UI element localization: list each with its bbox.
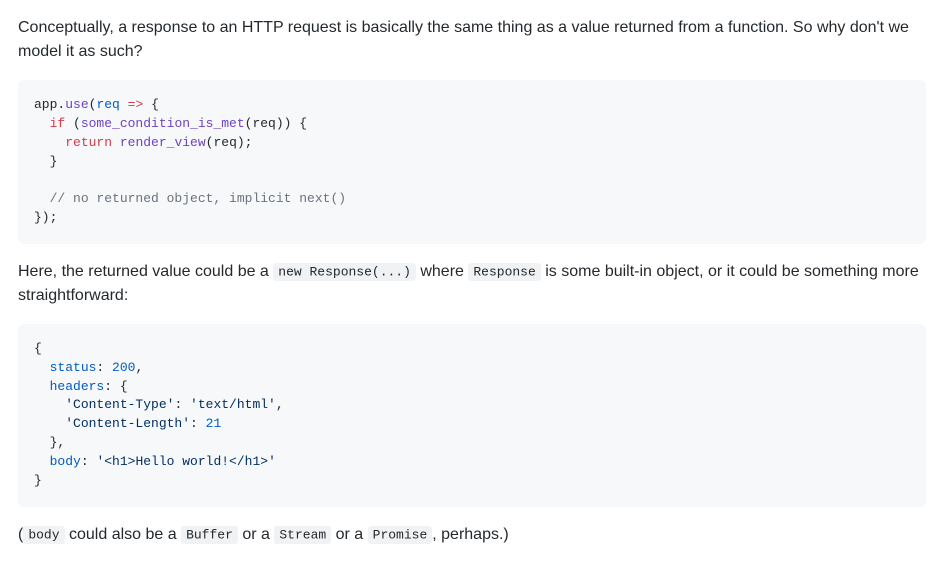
code-text: ,	[135, 360, 143, 375]
code-string: 'Content-Length'	[65, 416, 190, 431]
code-string: '<h1>Hello world!</h1>'	[96, 454, 275, 469]
code-text: }	[34, 154, 57, 169]
code-text	[34, 191, 50, 206]
code-comment: // no returned object, implicit next()	[50, 191, 346, 206]
code-text: app.	[34, 97, 65, 112]
code-number: 21	[206, 416, 222, 431]
text: could also be a	[65, 526, 182, 543]
inline-code-stream: Stream	[274, 526, 331, 544]
code-keyword: if	[50, 116, 66, 131]
code-text: }	[34, 473, 42, 488]
code-text	[34, 116, 50, 131]
inline-code-response: Response	[468, 263, 540, 281]
code-text: :	[174, 397, 190, 412]
text: where	[416, 263, 468, 280]
code-fn: use	[65, 97, 88, 112]
code-block-middleware: app.use(req => { if (some_condition_is_m…	[18, 80, 926, 244]
code-string: 'text/html'	[190, 397, 276, 412]
inline-code-buffer: Buffer	[181, 526, 238, 544]
code-param: req	[96, 97, 119, 112]
code-text	[34, 135, 65, 150]
code-text	[34, 360, 50, 375]
code-text	[112, 135, 120, 150]
code-string: 'Content-Type'	[65, 397, 174, 412]
code-block-object: { status: 200, headers: { 'Content-Type'…	[18, 324, 926, 507]
code-fn: some_condition_is_met	[81, 116, 245, 131]
code-text: : {	[104, 379, 127, 394]
code-text: :	[190, 416, 206, 431]
code-text: {	[143, 97, 159, 112]
explanation-paragraph: Here, the returned value could be a new …	[18, 260, 926, 308]
code-keyword: =>	[128, 97, 144, 112]
text: Here, the returned value could be a	[18, 263, 273, 280]
text: , perhaps.)	[432, 526, 508, 543]
code-text	[120, 97, 128, 112]
inline-code-body: body	[23, 526, 64, 544]
text: or a	[331, 526, 367, 543]
code-text: });	[34, 210, 57, 225]
code-text: (req)) {	[245, 116, 307, 131]
code-text: },	[34, 435, 65, 450]
code-text: (	[65, 116, 81, 131]
code-text: (req);	[206, 135, 253, 150]
code-prop: body	[50, 454, 81, 469]
inline-code-new-response: new Response(...)	[273, 263, 416, 281]
code-text: :	[81, 454, 97, 469]
code-text: ,	[276, 397, 284, 412]
code-text	[34, 397, 65, 412]
code-prop: headers	[50, 379, 105, 394]
code-text	[34, 416, 65, 431]
code-text	[34, 454, 50, 469]
code-prop: status	[50, 360, 97, 375]
footnote-paragraph: (body could also be a Buffer or a Stream…	[18, 523, 926, 547]
code-text	[34, 379, 50, 394]
intro-paragraph: Conceptually, a response to an HTTP requ…	[18, 16, 926, 64]
code-text: :	[96, 360, 112, 375]
code-fn: render_view	[120, 135, 206, 150]
code-keyword: return	[65, 135, 112, 150]
code-number: 200	[112, 360, 135, 375]
inline-code-promise: Promise	[368, 526, 433, 544]
code-text: {	[34, 341, 42, 356]
text: or a	[238, 526, 274, 543]
